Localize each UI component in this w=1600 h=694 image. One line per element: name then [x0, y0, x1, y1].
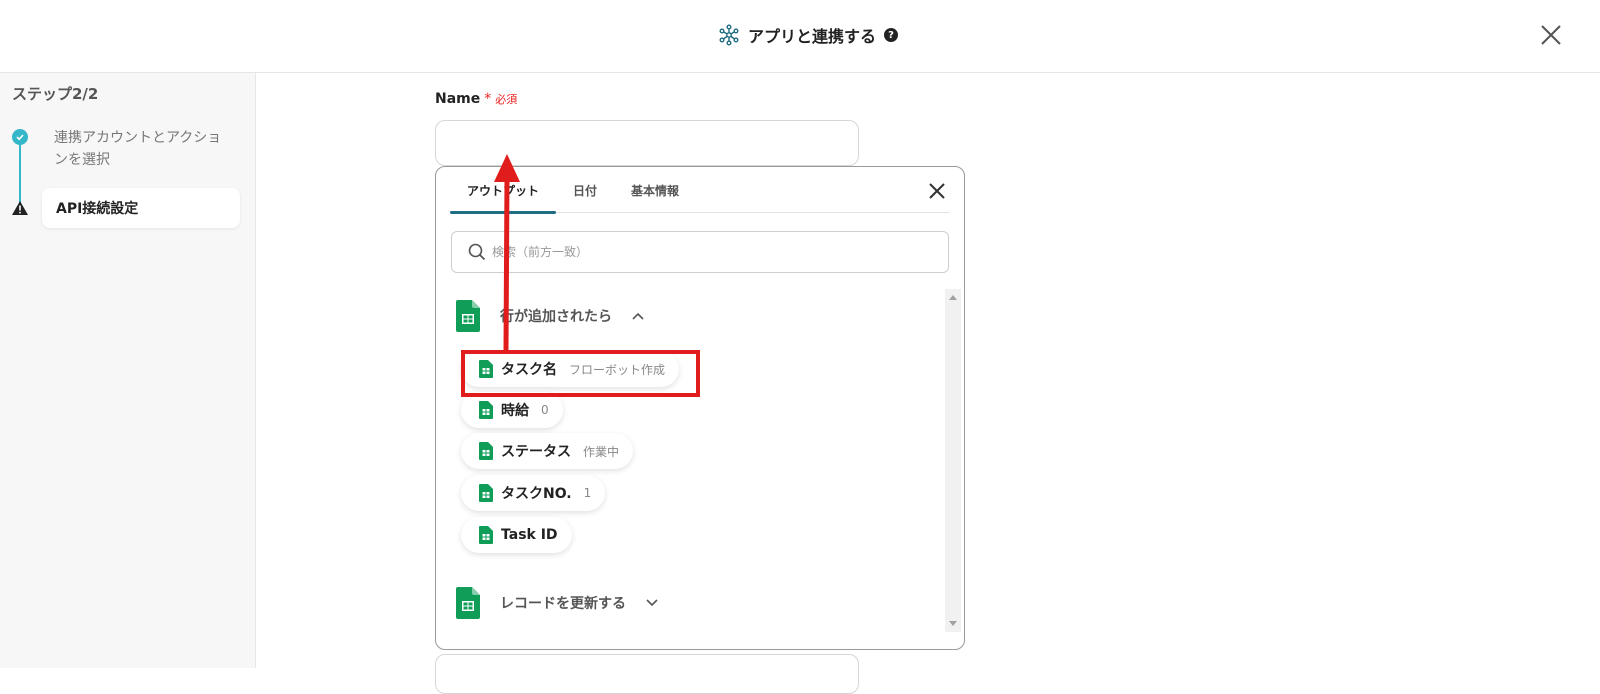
scroll-up-arrow[interactable]	[949, 295, 957, 300]
google-sheets-icon	[479, 401, 493, 419]
popup-close-icon[interactable]	[927, 181, 947, 201]
google-sheets-icon	[479, 526, 493, 544]
next-field-input[interactable]	[435, 654, 859, 694]
item-name: タスクNO.	[501, 486, 572, 502]
scroll-down-arrow[interactable]	[949, 621, 957, 626]
output-item-hourly-wage[interactable]: 時給 0	[461, 392, 563, 428]
header-title-group: アプリと連携する ?	[718, 20, 899, 50]
tab-basic-info[interactable]: 基本情報	[614, 167, 696, 213]
item-name: Task ID	[501, 527, 558, 543]
modal-header: アプリと連携する ?	[0, 0, 1600, 73]
field-label-text: Name	[435, 91, 481, 107]
step-sidebar: ステップ2/2 連携アカウントとアクションを選択 API接続設定	[0, 73, 256, 668]
section-header-row-added[interactable]: 行が追加されたら	[456, 300, 644, 332]
page-title: アプリと連携する	[748, 27, 877, 46]
section-header-update-record[interactable]: レコードを更新する	[456, 587, 658, 619]
step-counter: ステップ2/2	[12, 85, 99, 103]
item-name: ステータス	[501, 444, 571, 460]
search-icon	[468, 243, 486, 261]
output-item-task-no[interactable]: タスクNO. 1	[461, 475, 606, 511]
step-item-select-action[interactable]: 連携アカウントとアクションを選択	[54, 127, 234, 171]
search-input[interactable]	[492, 245, 912, 259]
popup-tabs: アウトプット 日付 基本情報	[450, 167, 950, 214]
item-value: 作業中	[583, 444, 620, 459]
tab-date[interactable]: 日付	[556, 167, 614, 213]
section-title: レコードを更新する	[500, 596, 626, 612]
section-title: 行が追加されたら	[500, 309, 612, 325]
output-picker-popup: アウトプット 日付 基本情報 行が追加されたら タスク名 フローボット作	[435, 166, 965, 650]
tab-output[interactable]: アウトプット	[450, 167, 557, 214]
annotation-highlight-box	[461, 350, 700, 397]
step-item-api-settings[interactable]: API接続設定	[42, 188, 240, 228]
name-field-label: Name * 必須	[435, 91, 517, 107]
chevron-up-icon	[632, 312, 644, 320]
google-sheets-icon	[456, 300, 480, 332]
timeline-line	[19, 139, 21, 205]
close-icon[interactable]	[1538, 22, 1564, 48]
scrollbar[interactable]	[945, 289, 961, 632]
check-circle-icon	[12, 129, 28, 145]
network-hub-icon	[719, 24, 739, 46]
output-item-task-id[interactable]: Task ID	[461, 517, 572, 553]
required-text: 必須	[495, 93, 518, 106]
item-value: 1	[583, 486, 592, 500]
google-sheets-icon	[456, 587, 480, 619]
output-item-status[interactable]: ステータス 作業中	[461, 433, 634, 469]
item-name: 時給	[501, 403, 529, 419]
chevron-down-icon	[646, 599, 658, 607]
help-icon[interactable]: ?	[884, 28, 899, 42]
required-mark: *	[484, 91, 492, 107]
item-value: 0	[541, 403, 549, 417]
search-box[interactable]	[451, 231, 949, 273]
warning-triangle-icon	[12, 201, 28, 215]
name-input[interactable]	[435, 120, 859, 166]
google-sheets-icon	[479, 484, 493, 502]
google-sheets-icon	[479, 442, 493, 460]
